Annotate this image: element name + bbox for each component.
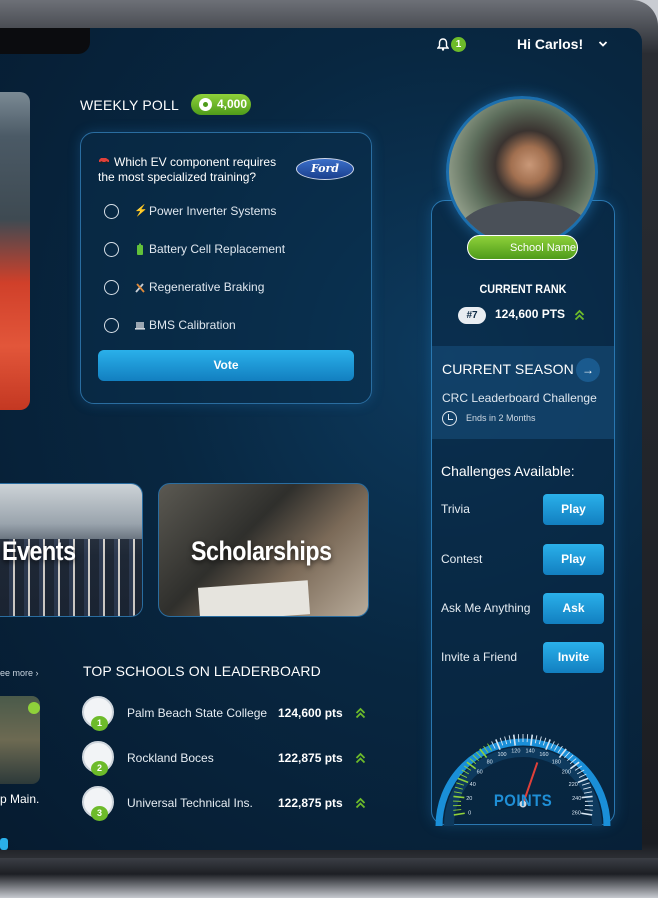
season-ends: Ends in 2 Months (466, 413, 536, 423)
poll-option-label: Power Inverter Systems (149, 204, 277, 218)
school-points: 122,875 pts (278, 751, 343, 765)
challenges-title: Challenges Available: (441, 463, 575, 479)
clock-icon (442, 411, 457, 426)
school-points: 122,875 pts (278, 796, 343, 810)
rank-badge: 3 (91, 806, 108, 821)
chevrons-up-icon (355, 752, 366, 764)
notification-badge: 1 (451, 37, 466, 52)
status-dot-icon (28, 702, 40, 714)
bell-icon[interactable] (437, 38, 449, 51)
challenge-label: Trivia (441, 502, 470, 516)
app-screen: 1 Hi Carlos! WEEKLY POLL 4,000 Which EV … (0, 28, 642, 850)
poll-reward-badge: 4,000 (191, 94, 251, 115)
scholarships-card[interactable]: Scholarships (158, 483, 369, 617)
gauge-tick (453, 812, 465, 816)
top-bar: 1 Hi Carlos! (0, 28, 642, 62)
featured-item-label: p Main. (0, 792, 40, 806)
current-season-title: CURRENT SEASON (442, 361, 574, 377)
chevron-down-icon[interactable] (598, 39, 608, 49)
radio-button[interactable] (104, 242, 119, 257)
poll-option[interactable]: Regenerative Braking (104, 279, 344, 297)
poll-option[interactable]: ⚡ Power Inverter Systems (104, 203, 344, 221)
vote-button[interactable]: Vote (98, 350, 354, 381)
hero-banner-image[interactable] (0, 92, 30, 410)
avatar[interactable] (446, 96, 598, 248)
school-points: 124,600 pts (278, 706, 343, 720)
battery-icon (137, 243, 143, 255)
see-more-link[interactable]: ee more › (0, 668, 39, 678)
season-name: CRC Leaderboard Challenge (442, 391, 597, 405)
leaderboard-row[interactable]: 3 Universal Technical Ins. 122,875 pts (82, 786, 372, 822)
rank-badge: 2 (91, 761, 108, 776)
ford-logo: Ford (296, 158, 354, 180)
school-name: Universal Technical Ins. (127, 796, 253, 810)
chevrons-up-icon (355, 707, 366, 719)
poll-option-label: Battery Cell Replacement (149, 242, 286, 256)
gauge-tick (581, 812, 593, 816)
gauge-tick-label: 200 (562, 770, 571, 776)
challenge-row: Contest Play (441, 544, 606, 575)
gauge-tick (526, 734, 529, 743)
rank-badge: 1 (91, 716, 108, 731)
gauge-tick-label: 220 (569, 782, 578, 788)
events-card-label: Events (2, 536, 76, 566)
play-trivia-button[interactable]: Play (543, 494, 604, 525)
coin-icon (199, 98, 212, 111)
poll-option-label: Regenerative Braking (149, 280, 265, 294)
poll-reward-value: 4,000 (217, 97, 248, 111)
gauge-tick-label: 260 (572, 810, 581, 816)
school-name: Palm Beach State College (127, 706, 268, 720)
poll-option-label: BMS Calibration (149, 318, 236, 332)
gauge-tick-label: 140 (526, 748, 535, 754)
school-name: Rockland Boces (127, 751, 214, 765)
challenge-row: Ask Me Anything Ask (441, 593, 606, 624)
gauge-tick-label: 120 (511, 748, 520, 754)
chevrons-up-icon (574, 309, 585, 321)
rank-badge: #7 (458, 307, 486, 324)
lightning-icon: ⚡ (134, 205, 148, 217)
weekly-poll-title: WEEKLY POLL (80, 97, 179, 113)
gauge-tick-label: 160 (539, 752, 548, 758)
device-bottom-bezel (0, 858, 658, 898)
radio-button[interactable] (104, 280, 119, 295)
current-rank-title: CURRENT RANK (479, 282, 567, 296)
challenge-label: Ask Me Anything (441, 601, 531, 615)
challenge-row: Trivia Play (441, 494, 606, 525)
chevrons-up-icon (355, 797, 366, 809)
arrow-right-icon[interactable]: → (576, 358, 600, 382)
tools-icon (135, 283, 145, 293)
challenge-row: Invite a Friend Invite (441, 642, 606, 673)
challenge-label: Invite a Friend (441, 650, 518, 664)
leaderboard-row[interactable]: 2 Rockland Boces 122,875 pts (82, 741, 372, 777)
challenge-label: Contest (441, 552, 483, 566)
poll-question: Which EV component requires the most spe… (98, 155, 277, 184)
gauge-tick-label: 60 (477, 770, 483, 776)
radio-button[interactable] (104, 318, 119, 333)
gauge-tick-label: 180 (552, 759, 561, 765)
radio-button[interactable] (104, 204, 119, 219)
gauge-tick (517, 734, 520, 743)
user-greeting[interactable]: Hi Carlos! (517, 36, 583, 52)
poll-option[interactable]: Battery Cell Replacement (104, 241, 344, 259)
events-card[interactable]: Events (0, 483, 143, 617)
points-gauge-label: POINTS (493, 791, 553, 810)
ask-button[interactable]: Ask (543, 593, 604, 624)
gauge-tick-label: 100 (497, 752, 506, 758)
leaderboard-row[interactable]: 1 Palm Beach State College 124,600 pts (82, 696, 372, 732)
scholarships-card-label: Scholarships (191, 536, 332, 566)
scholarships-photo (197, 580, 311, 616)
poll-option[interactable]: BMS Calibration (104, 317, 344, 335)
invite-button[interactable]: Invite (543, 642, 604, 673)
gauge-tick-label: 0 (468, 810, 471, 816)
leaderboard-title: TOP SCHOOLS ON LEADERBOARD (83, 663, 321, 679)
gauge-tick-label: 80 (487, 759, 493, 765)
school-name-badge: School Name (467, 235, 578, 260)
play-contest-button[interactable]: Play (543, 544, 604, 575)
laptop-icon (135, 322, 145, 330)
rank-points: 124,600 PTS (495, 307, 566, 321)
scroll-indicator[interactable] (0, 838, 8, 850)
gauge-tick-label: 40 (470, 782, 476, 788)
